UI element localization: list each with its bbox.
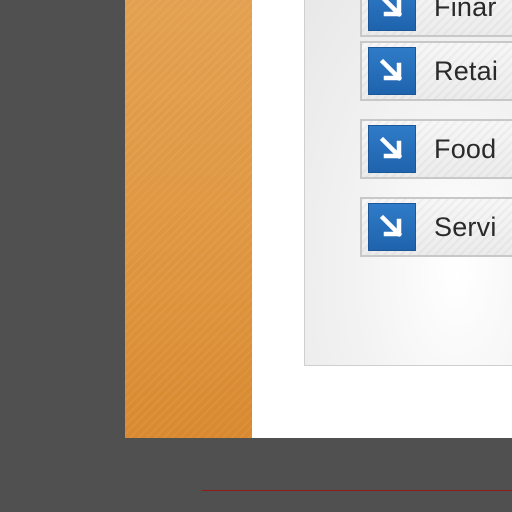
arrow-down-right-icon [368,47,416,95]
menu-item-label: Servi [434,211,497,242]
divider-line [202,490,512,491]
menu-item-1[interactable]: Finar [360,0,512,37]
arrow-down-right-icon [368,203,416,251]
menu-item-2[interactable]: Retai [360,41,512,101]
menu-item-label: Food [434,133,497,164]
menu-item-label: Retai [434,55,499,86]
orange-side-strip [125,0,252,438]
menu-item-4[interactable]: Servi [360,197,512,257]
arrow-down-right-icon [368,0,416,31]
menu-item-3[interactable]: Food [360,119,512,179]
arrow-down-right-icon [368,125,416,173]
menu-item-label: Finar [434,0,497,22]
